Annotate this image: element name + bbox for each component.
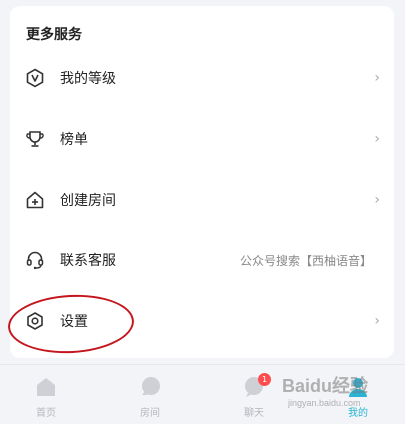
menu-item-label: 联系客服 [60, 253, 116, 269]
create-room-icon [24, 189, 46, 211]
tab-chat[interactable]: 1 聊天 [224, 371, 284, 421]
room-icon [142, 377, 160, 395]
chevron-right-icon: › [374, 131, 380, 147]
menu-item-label: 创建房间 [60, 193, 116, 209]
menu-item-create-room[interactable]: 创建房间 › [10, 180, 394, 220]
menu-item-leaderboard[interactable]: 榜单 › [10, 119, 394, 159]
menu-item-my-level[interactable]: 我的等级 › [10, 58, 394, 98]
headset-icon [24, 249, 46, 271]
tab-home[interactable]: 首页 [16, 371, 76, 421]
trophy-icon [24, 128, 46, 150]
section-title: 更多服务 [26, 27, 82, 43]
watermark-url: jingyan.baidu.com [288, 398, 361, 408]
menu-item-label: 我的等级 [60, 71, 116, 87]
menu-item-label: 榜单 [60, 132, 88, 148]
tab-room[interactable]: 房间 [120, 371, 180, 421]
tab-label: 聊天 [244, 408, 264, 419]
chevron-right-icon: › [374, 70, 380, 86]
tab-label: 房间 [140, 408, 160, 419]
home-icon [37, 378, 55, 396]
chevron-right-icon: › [374, 313, 380, 329]
chevron-right-icon: › [374, 192, 380, 208]
tab-label: 首页 [36, 408, 56, 419]
baidu-jingyan-watermark: Baidu经验 [282, 376, 369, 396]
unread-badge: 1 [258, 373, 271, 386]
customer-service-hint: 公众号搜索【西柚语音】 [239, 253, 372, 268]
level-v-icon [24, 67, 46, 89]
menu-item-customer-service[interactable]: 联系客服 公众号搜索【西柚语音】 [10, 240, 394, 280]
